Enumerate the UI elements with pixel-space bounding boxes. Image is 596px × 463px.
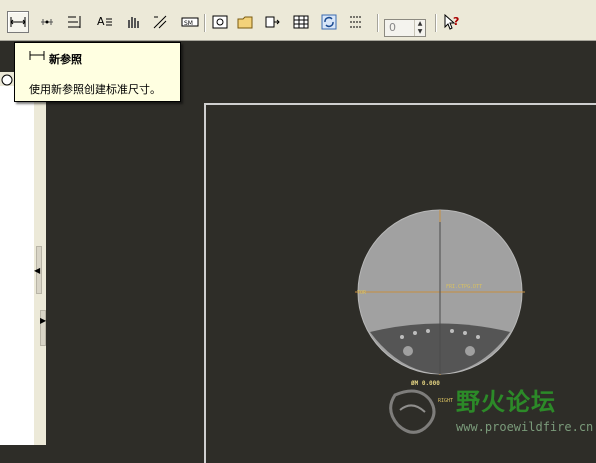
label-dimension: ØM 0.000: [410, 380, 440, 387]
hole-left: [403, 346, 413, 356]
watermark-url: www.proewildfire.cn: [456, 420, 594, 434]
watermark-logo: [389, 389, 436, 434]
tooltip: 新参照 使用新参照创建标准尺寸。: [14, 42, 181, 102]
tooltip-title: 新参照: [49, 53, 82, 66]
watermark-title: 野火论坛: [456, 388, 556, 416]
label-left: TOR: [357, 290, 367, 296]
label-top-right: FRI.CTPG.DTT: [446, 284, 482, 290]
dimension-icon: [29, 51, 45, 60]
label-bottom: RIGHT: [438, 398, 453, 404]
hole-right: [465, 346, 475, 356]
tooltip-description: 使用新参照创建标准尺寸。: [29, 83, 161, 96]
